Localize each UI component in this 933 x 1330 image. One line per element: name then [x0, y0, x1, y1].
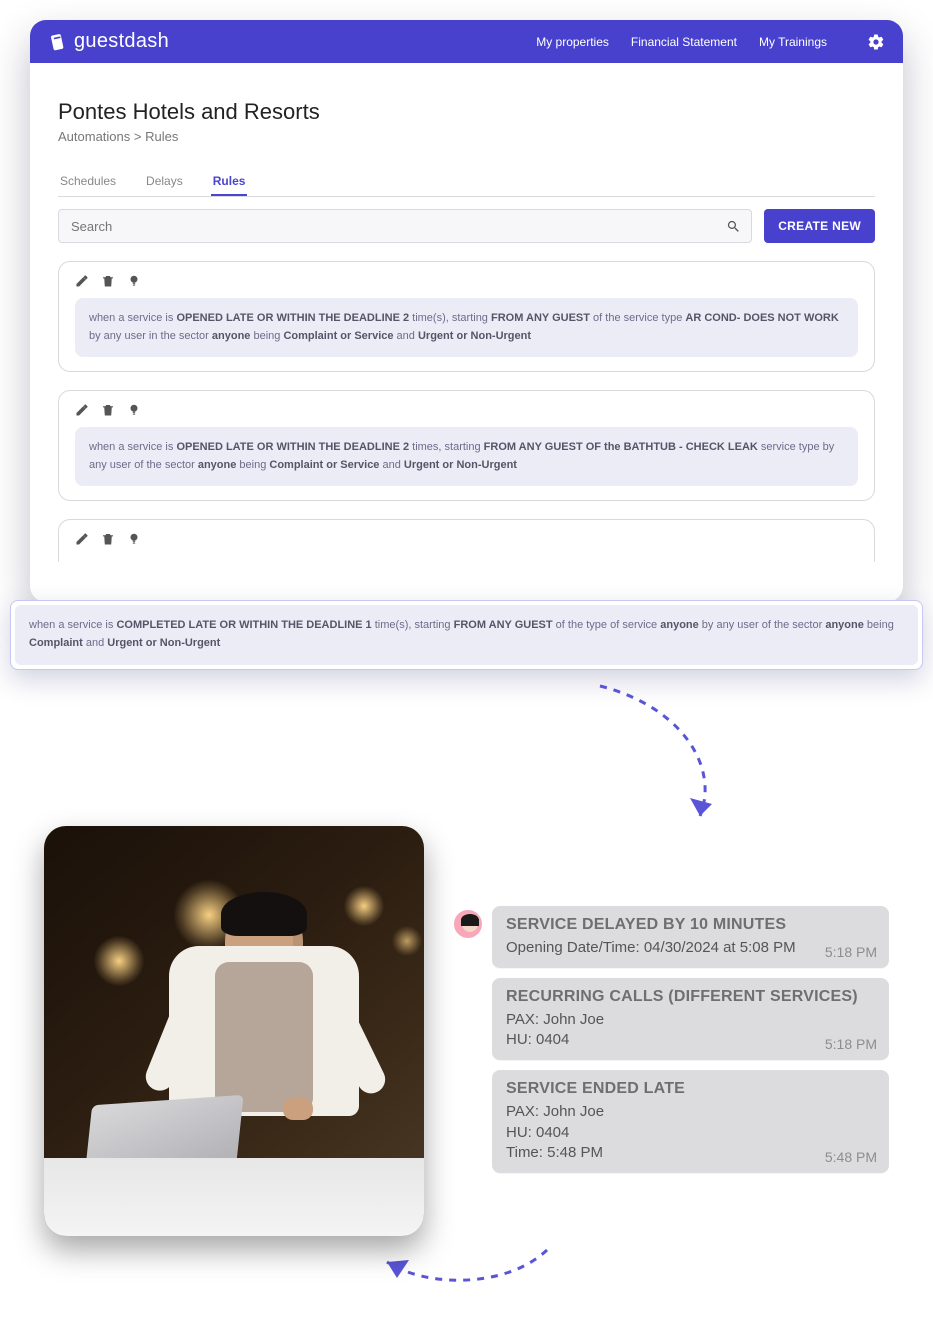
- flow-arrow-back: [0, 1240, 933, 1290]
- chat-notifications: SERVICE DELAYED BY 10 MINUTES Opening Da…: [454, 906, 889, 1174]
- notification-title: SERVICE DELAYED BY 10 MINUTES: [506, 916, 875, 934]
- rule-card: [58, 519, 875, 562]
- notification-title: SERVICE ENDED LATE: [506, 1080, 875, 1098]
- topbar: guestdash My properties Financial Statem…: [30, 20, 903, 63]
- app-window: guestdash My properties Financial Statem…: [30, 20, 903, 602]
- gear-icon: [867, 33, 885, 51]
- notification-body: PAX: John JoeHU: 0404Time: 5:48 PM: [506, 1102, 875, 1163]
- rule-card: when a service is OPENED LATE OR WITHIN …: [58, 390, 875, 501]
- lightbulb-icon[interactable]: [127, 274, 141, 288]
- notification-time: 5:48 PM: [825, 1149, 877, 1165]
- flow-arrow-down: [0, 676, 933, 826]
- search-input[interactable]: [69, 218, 726, 235]
- edit-icon[interactable]: [75, 403, 89, 417]
- nav-links: My properties Financial Statement My Tra…: [536, 35, 827, 49]
- nav-my-trainings[interactable]: My Trainings: [759, 35, 827, 49]
- notification-body: PAX: John JoeHU: 0404: [506, 1010, 875, 1051]
- bottom-area: SERVICE DELAYED BY 10 MINUTES Opening Da…: [0, 826, 933, 1236]
- brand: guestdash: [48, 30, 169, 53]
- tabs: Schedules Delays Rules: [58, 168, 875, 197]
- search-icon: [726, 219, 741, 234]
- content-area: Pontes Hotels and Resorts Automations > …: [30, 63, 903, 562]
- edit-icon[interactable]: [75, 532, 89, 546]
- lightbulb-icon[interactable]: [127, 532, 141, 546]
- rule-actions: [75, 274, 858, 288]
- brand-name: guestdash: [74, 30, 169, 53]
- lightbulb-icon[interactable]: [127, 403, 141, 417]
- tab-rules[interactable]: Rules: [211, 168, 248, 196]
- notification-card: SERVICE DELAYED BY 10 MINUTES Opening Da…: [492, 906, 889, 968]
- notification-card: SERVICE ENDED LATE PAX: John JoeHU: 0404…: [492, 1070, 889, 1173]
- nav-financial-statement[interactable]: Financial Statement: [631, 35, 737, 49]
- nav-my-properties[interactable]: My properties: [536, 35, 609, 49]
- tab-delays[interactable]: Delays: [144, 168, 185, 196]
- rule-card: when a service is OPENED LATE OR WITHIN …: [58, 261, 875, 372]
- notification-time: 5:18 PM: [825, 1036, 877, 1052]
- tab-schedules[interactable]: Schedules: [58, 168, 118, 196]
- rule-highlighted: when a service is COMPLETED LATE OR WITH…: [10, 600, 923, 669]
- delete-icon[interactable]: [101, 274, 115, 288]
- avatar: [454, 910, 482, 938]
- rule-description: when a service is OPENED LATE OR WITHIN …: [75, 427, 858, 486]
- rule-description: when a service is OPENED LATE OR WITHIN …: [75, 298, 858, 357]
- staff-photo: [44, 826, 424, 1236]
- delete-icon[interactable]: [101, 403, 115, 417]
- notification-time: 5:18 PM: [825, 944, 877, 960]
- search-box[interactable]: [58, 209, 752, 243]
- logo-icon: [48, 32, 68, 52]
- notification-card: RECURRING CALLS (DIFFERENT SERVICES) PAX…: [492, 978, 889, 1061]
- page-title: Pontes Hotels and Resorts: [58, 99, 875, 125]
- breadcrumb: Automations > Rules: [58, 129, 875, 144]
- edit-icon[interactable]: [75, 274, 89, 288]
- search-row: CREATE NEW: [58, 209, 875, 243]
- create-new-button[interactable]: CREATE NEW: [764, 209, 875, 243]
- rule-description: when a service is COMPLETED LATE OR WITH…: [15, 605, 918, 664]
- delete-icon[interactable]: [101, 532, 115, 546]
- rule-actions: [75, 532, 858, 546]
- rule-actions: [75, 403, 858, 417]
- settings-button[interactable]: [867, 33, 885, 51]
- notification-title: RECURRING CALLS (DIFFERENT SERVICES): [506, 988, 875, 1006]
- notification-body: Opening Date/Time: 04/30/2024 at 5:08 PM: [506, 938, 875, 958]
